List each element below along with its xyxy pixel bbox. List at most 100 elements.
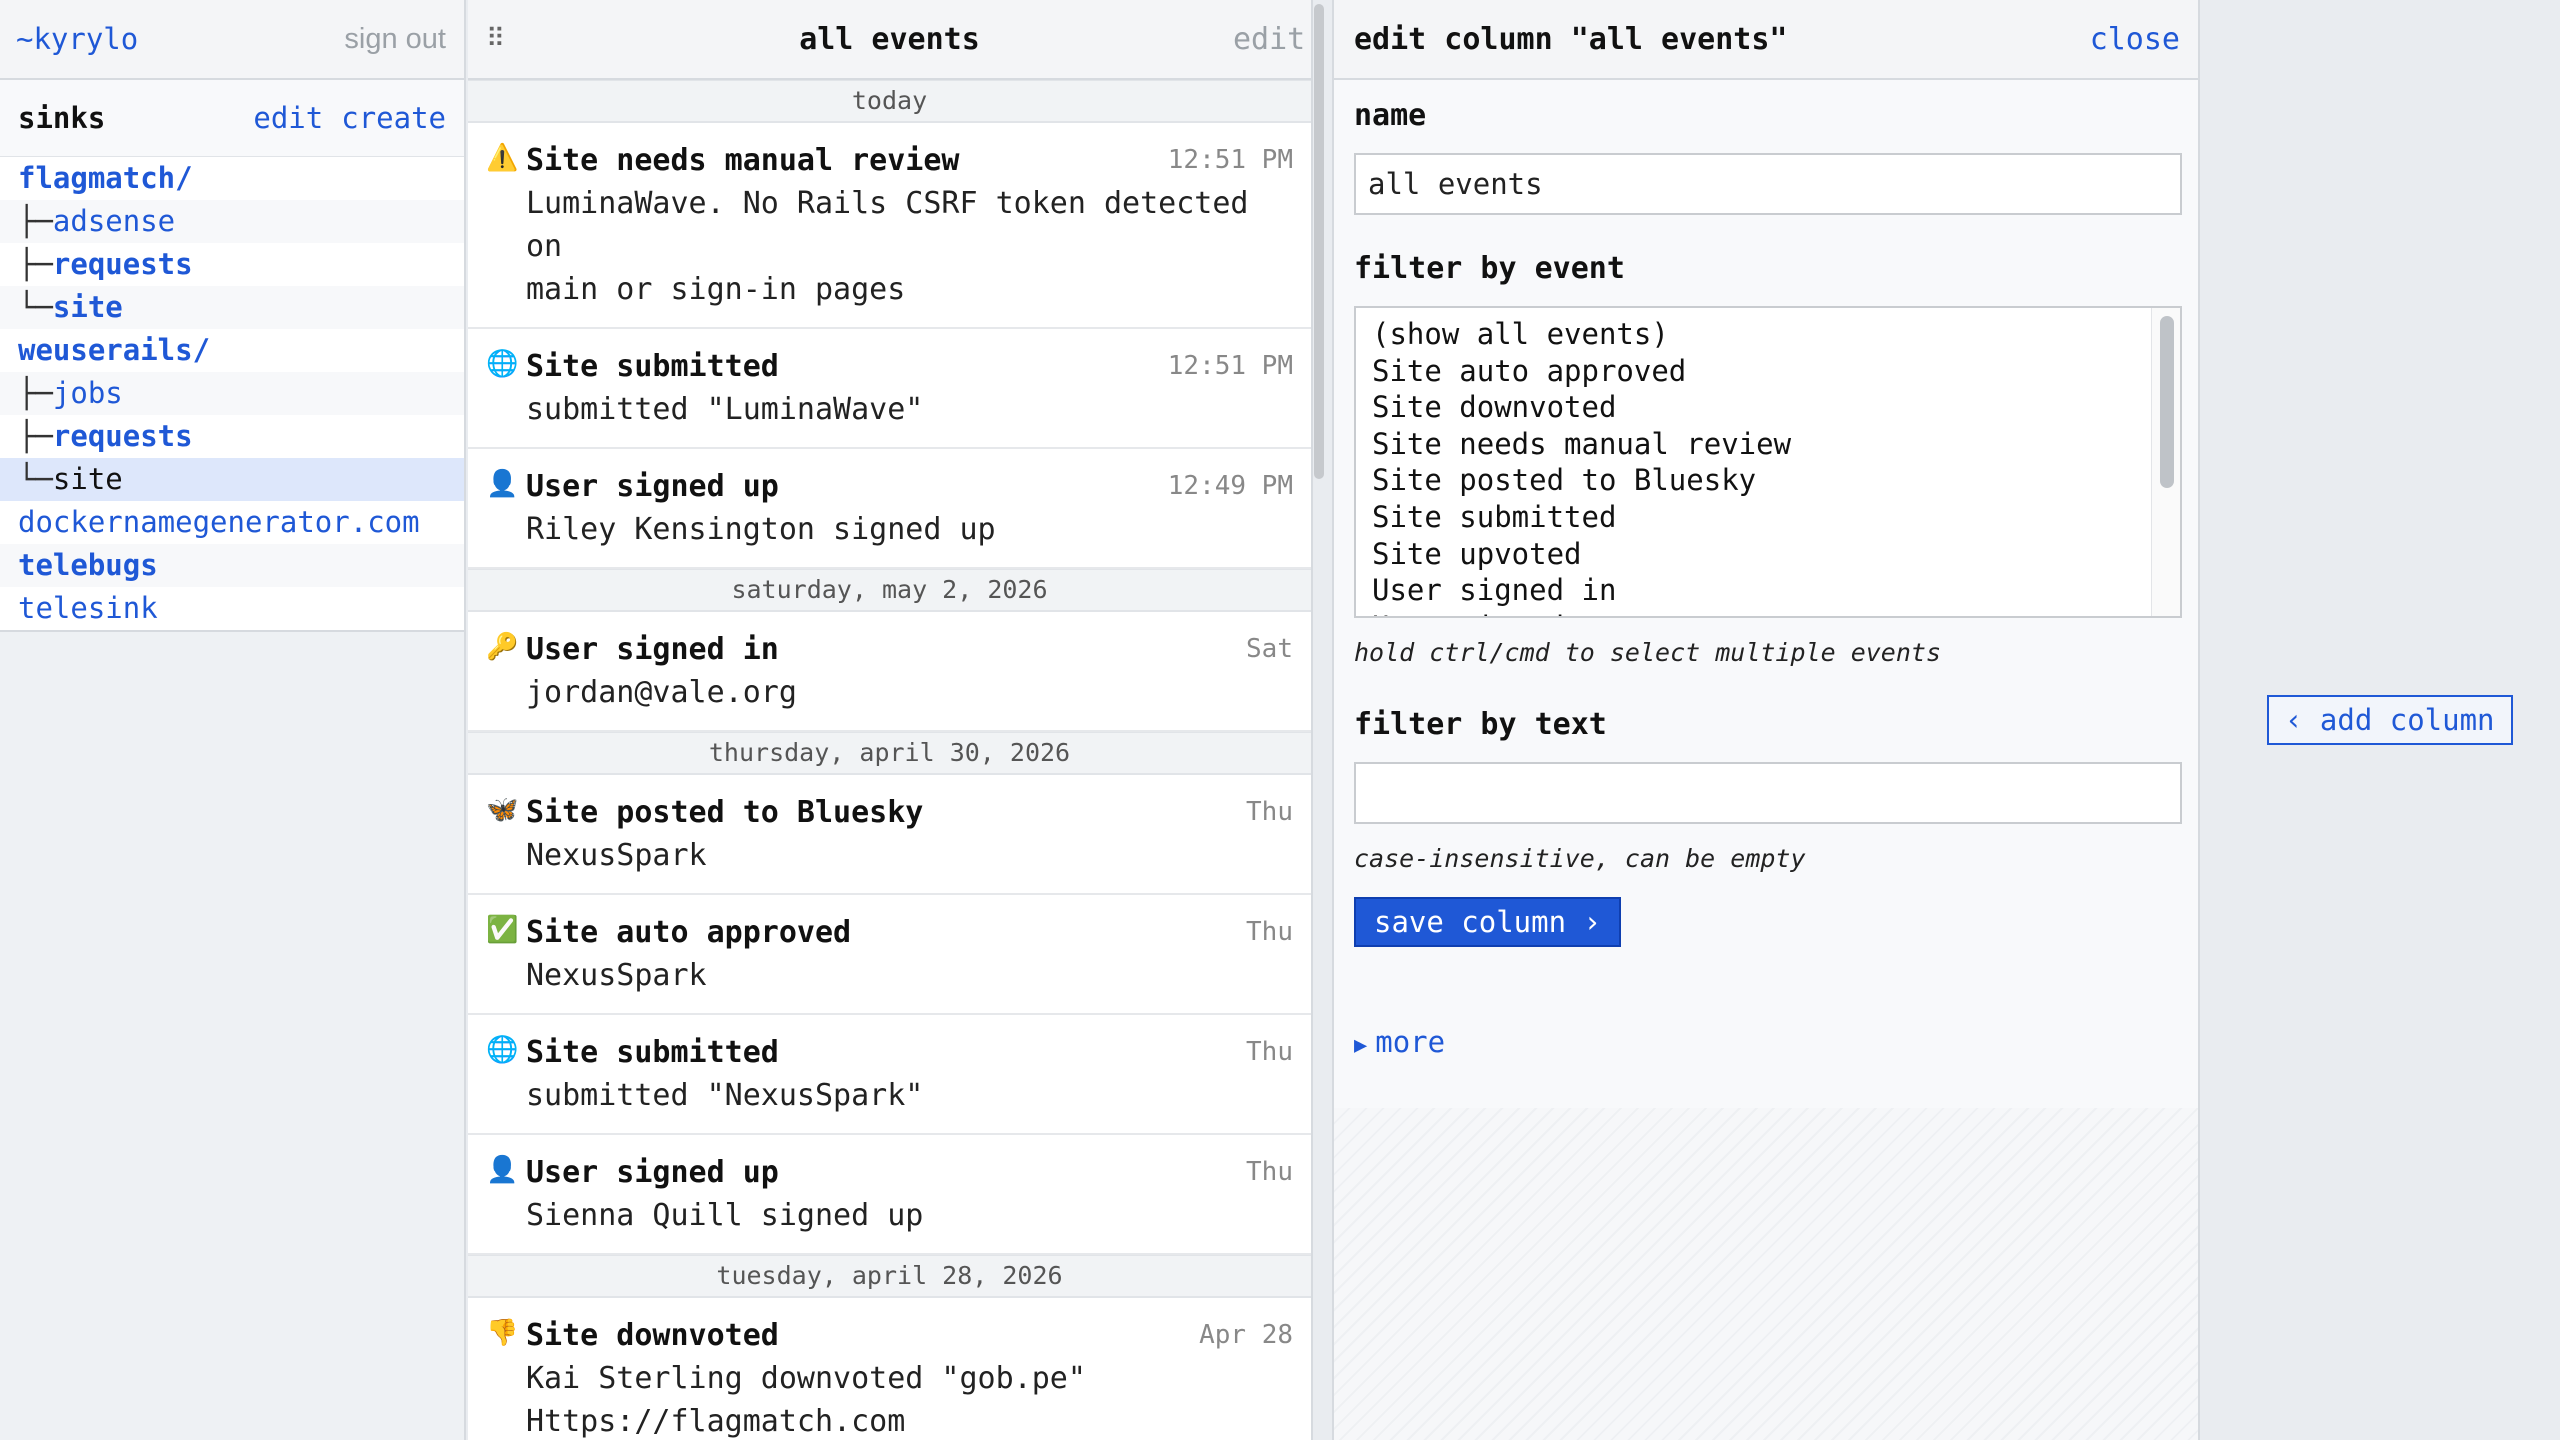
event-time: Thu xyxy=(1246,917,1293,947)
event-body: User signed in jordan@vale.org xyxy=(526,628,1293,714)
event-description: Kai Sterling downvoted "gob.pe" xyxy=(526,1361,1086,1396)
edit-column-panel: edit column "all events" close name filt… xyxy=(1332,0,2200,1440)
event-item[interactable]: 👤 User signed up Sienna Quill signed up Thu xyxy=(468,1135,1311,1255)
event-time: 12:49 PM xyxy=(1167,471,1293,501)
event-item[interactable]: 🌐 Site submitted submitted "NexusSpark" Thu xyxy=(468,1015,1311,1135)
event-title: Site auto approved xyxy=(526,915,852,950)
event-body: Site auto approved NexusSpark xyxy=(526,911,1293,997)
close-link[interactable]: close xyxy=(2090,22,2180,57)
event-description: NexusSpark xyxy=(526,838,707,873)
sink-item[interactable]: ├─adsense xyxy=(0,200,464,243)
event-description: Sienna Quill signed up xyxy=(526,1198,924,1233)
event-type-icon: 🔑 xyxy=(486,632,519,662)
event-item[interactable]: 🦋 Site posted to Bluesky NexusSpark Thu xyxy=(468,775,1311,895)
event-item[interactable]: 👎 Site downvoted Kai Sterling downvoted "g… xyxy=(468,1298,1311,1440)
event-time: Sat xyxy=(1246,634,1293,664)
tree-connector: └─ xyxy=(18,462,53,496)
add-column-button[interactable]: ‹ add column xyxy=(2267,695,2513,745)
event-option[interactable]: (show all events) xyxy=(1372,316,2164,353)
sinks-actions: edit create xyxy=(235,101,446,135)
sink-label: requests xyxy=(52,247,193,281)
sink-item[interactable]: weuserails/ xyxy=(0,329,464,372)
event-description: Https://flagmatch.com xyxy=(526,1404,906,1439)
sink-label: telesink xyxy=(18,591,158,625)
event-option[interactable]: User signed in xyxy=(1372,572,2164,609)
event-type-icon: 🌐 xyxy=(486,1035,519,1065)
sink-item[interactable]: ├─jobs xyxy=(0,372,464,415)
filter-text-input[interactable] xyxy=(1354,762,2182,824)
event-option[interactable]: User signed up xyxy=(1372,609,2164,616)
event-item[interactable]: 🌐 Site submitted submitted "LuminaWave" 12:… xyxy=(468,329,1311,449)
event-type-icon: 🦋 xyxy=(486,795,519,825)
sink-label: flagmatch/ xyxy=(18,161,193,195)
event-filter-select[interactable]: (show all events) Site auto approved Site … xyxy=(1354,306,2182,618)
create-sink-link[interactable]: create xyxy=(341,101,446,135)
sidebar-header: ~kyrylo sign out xyxy=(0,0,464,80)
event-option[interactable]: Site submitted xyxy=(1372,499,2164,536)
event-option[interactable]: Site needs manual review xyxy=(1372,426,2164,463)
sink-item[interactable]: telebugs xyxy=(0,544,464,587)
event-type-icon: 👎 xyxy=(486,1318,519,1348)
event-type-icon: 👤 xyxy=(486,469,519,499)
sink-item[interactable]: ├─requests xyxy=(0,243,464,286)
tree-connector: ├─ xyxy=(18,204,53,238)
event-list: today ⚠️ Site needs manual review LuminaWav… xyxy=(468,80,1311,1440)
event-body: Site downvoted Kai Sterling downvoted "go… xyxy=(526,1314,1293,1440)
event-body: Site posted to Bluesky NexusSpark xyxy=(526,791,1293,877)
event-description: NexusSpark xyxy=(526,958,707,993)
save-column-button[interactable]: save column › xyxy=(1354,897,1621,947)
panel-header: edit column "all events" close xyxy=(1334,0,2198,80)
event-time: 12:51 PM xyxy=(1167,351,1293,381)
more-toggle[interactable]: ▶ more xyxy=(1354,1025,2180,1059)
sink-item[interactable]: └─site xyxy=(0,286,464,329)
event-time: Thu xyxy=(1246,1037,1293,1067)
event-type-icon: ✅ xyxy=(486,915,519,945)
event-option[interactable]: Site posted to Bluesky xyxy=(1372,462,2164,499)
sink-item[interactable]: └─site xyxy=(0,458,464,501)
event-description: jordan@vale.org xyxy=(526,675,797,710)
events-column: ⠿ all events edit today ⚠️ Site needs manu… xyxy=(468,0,1313,1440)
event-body: User signed up Sienna Quill signed up xyxy=(526,1151,1293,1237)
sidebar: ~kyrylo sign out sinks edit create flagma… xyxy=(0,0,466,1440)
sink-item[interactable]: dockernamegenerator.com xyxy=(0,501,464,544)
sink-item[interactable]: ├─requests xyxy=(0,415,464,458)
event-item[interactable]: ⚠️ Site needs manual review LuminaWave. No… xyxy=(468,123,1311,329)
column-header: ⠿ all events edit xyxy=(468,0,1311,80)
sink-label: jobs xyxy=(52,376,123,410)
event-title: Site submitted xyxy=(526,1035,779,1070)
event-option[interactable]: Site auto approved xyxy=(1372,353,2164,390)
event-item[interactable]: ✅ Site auto approved NexusSpark Thu xyxy=(468,895,1311,1015)
filter-text-hint: case-insensitive, can be empty xyxy=(1354,844,1806,873)
day-separator: today xyxy=(468,80,1311,123)
panel-title: edit column "all events" xyxy=(1354,21,1788,57)
sink-label: adsense xyxy=(52,204,176,238)
event-option[interactable]: Site upvoted xyxy=(1372,536,2164,573)
edit-sinks-link[interactable]: edit xyxy=(253,101,323,135)
event-item[interactable]: 🔑 User signed in jordan@vale.org Sat xyxy=(468,612,1311,732)
edit-column-link[interactable]: edit xyxy=(1233,22,1305,57)
sign-out-link[interactable]: sign out xyxy=(344,23,446,56)
more-label: more xyxy=(1375,1025,1446,1059)
name-input[interactable] xyxy=(1354,153,2182,215)
sink-label: site xyxy=(52,290,123,324)
drag-handle-icon[interactable]: ⠿ xyxy=(486,24,546,54)
sinks-header: sinks edit create xyxy=(0,80,464,157)
event-description: Riley Kensington signed up xyxy=(526,512,996,547)
day-separator: thursday, april 30, 2026 xyxy=(468,732,1311,775)
event-description: submitted "LuminaWave" xyxy=(526,392,924,427)
event-item[interactable]: 👤 User signed up Riley Kensington signed u… xyxy=(468,449,1311,569)
user-link[interactable]: ~kyrylo xyxy=(16,22,138,56)
panel-hatch-background xyxy=(1334,1108,2198,1440)
triangle-right-icon: ▶ xyxy=(1354,1033,1368,1058)
sink-item[interactable]: flagmatch/ xyxy=(0,157,464,200)
sink-item[interactable]: telesink xyxy=(0,587,464,630)
select-scrollbar[interactable] xyxy=(2160,316,2174,488)
event-description: main or sign-in pages xyxy=(526,272,906,307)
event-option[interactable]: Site downvoted xyxy=(1372,389,2164,426)
day-separator: saturday, may 2, 2026 xyxy=(468,569,1311,612)
event-type-icon: 🌐 xyxy=(486,349,519,379)
events-scrollbar[interactable] xyxy=(1314,4,1324,479)
sink-label: site xyxy=(52,462,123,496)
day-separator: tuesday, april 28, 2026 xyxy=(468,1255,1311,1298)
event-body: Site submitted submitted "NexusSpark" xyxy=(526,1031,1293,1117)
